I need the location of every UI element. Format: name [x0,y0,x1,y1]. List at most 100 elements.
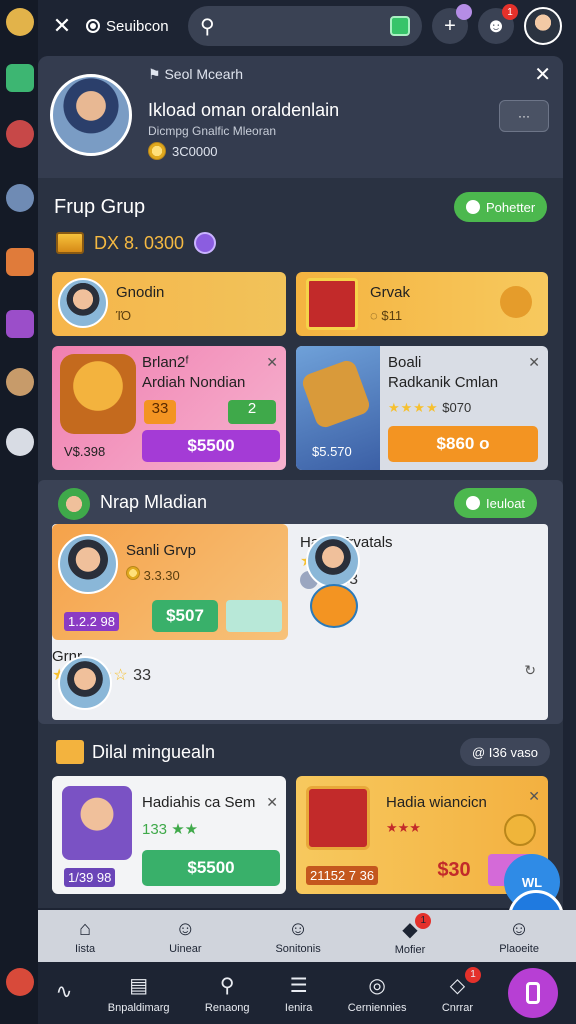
profile-coins: 3C0000 [148,142,218,160]
nav-label: Bnpaldimarg [107,1001,170,1014]
tab-badge: 1 [415,912,432,929]
nut-icon [500,286,532,318]
rail-app-icon[interactable] [6,310,34,338]
tag-icon: ⚑ [148,66,165,82]
close-icon[interactable]: ✕ [48,12,76,40]
rail-avatar[interactable] [6,184,34,212]
tab-label: Plaoeite [499,942,539,955]
close-icon[interactable]: ✕ [534,62,551,87]
card-title: Sanli Grvp [126,542,197,559]
nav-wave[interactable]: ∿ [56,979,73,1008]
nearby-card[interactable]: Sanli Grvp 3.3.30 1.2.2 98 $507 [52,524,288,640]
nearby-pill-button[interactable]: Ieuloat [454,488,538,518]
nearby-card[interactable]: Grnr ★★☆☆☆ 33 ↻ [52,648,548,718]
tab-user[interactable]: ☺ Uinear [169,918,201,955]
list-icon: ☰ [289,974,308,997]
coin-value: 3C0000 [172,143,218,159]
buy-button[interactable]: $30 [426,854,482,886]
card-sub: ◌ $11 [370,308,403,323]
nav-badge: 1 [464,966,481,983]
daily-title: Dilal minguealn [92,742,216,762]
user-icon: ☻ [485,14,507,37]
select-label: Seuibcon [106,17,169,35]
phone-button[interactable] [508,968,559,1018]
rail-app-icon[interactable] [6,64,34,92]
card-coins: 3.3.30 [126,566,180,583]
card-title: Gnodin [116,284,165,301]
card-price-small: V$.398 [64,444,106,459]
image-icon[interactable] [390,16,410,36]
nav-label: Cerniennies [347,1001,407,1014]
close-icon[interactable]: ✕ [266,354,278,371]
profile-tag: ⚑ Seol Mcearh [148,66,243,83]
nav-list[interactable]: ☰ Ienira [285,973,313,1014]
nav-label: Cnrrar [441,1001,473,1014]
group-card[interactable]: Grvak ◌ $11 [296,272,548,336]
tab-sonitonis[interactable]: ☺ Sonitonis [275,918,320,955]
refresh-icon[interactable]: ↻ [524,662,536,679]
close-icon[interactable]: ✕ [266,794,278,811]
gift-icon [306,278,358,330]
group-pill-label: Pohetter [486,199,536,215]
chest-icon [310,584,358,628]
group-pill-button[interactable]: Pohetter [454,192,548,222]
home-icon: ⌂ [79,917,92,940]
wave-icon: ∿ [55,980,73,1003]
tab-bar: ⌂ Iista ☺ Uinear ☺ Sonitonis ◆ Mofier 1 ☺ Plao… [38,910,576,962]
rail-avatar[interactable] [6,968,34,996]
close-icon[interactable]: ✕ [528,354,540,371]
nav-search[interactable]: ⚲ Renaong [205,973,250,1014]
notifications-button[interactable]: ☻ 1 [478,4,518,44]
search-icon: ⚲ [219,974,235,997]
card-rating: ★★☆☆☆ 33 [52,665,548,685]
tab-home[interactable]: ⌂ Iista [75,918,95,955]
tab-plaoeite[interactable]: ☺ Plaoeite [499,918,539,955]
profile-avatar[interactable] [50,74,132,156]
buy-button[interactable]: $507 [152,600,218,632]
nav-compass[interactable]: ◎ Cerniennies [348,973,407,1014]
nearby-title: Nrap Mladian [100,492,208,512]
rail-avatar[interactable] [6,428,34,456]
coin-icon [148,142,166,160]
rating-stars: ★★★★ [388,400,439,415]
buy-button[interactable]: $5500 [142,850,280,886]
card-avatar [58,278,108,328]
rail-app-icon[interactable] [6,248,34,276]
daily-card[interactable]: Hadiahis ca Sem ✕ 133 ★★ 1/39 98 $5500 [52,776,286,894]
character-icon [60,354,136,434]
group-stat-value: DX 8. 0300 [94,232,185,253]
top-bar: ✕ Seuibcon ⚲ + ☻ 1 [38,0,576,52]
add-button[interactable]: + [432,4,472,44]
select-toggle[interactable]: Seuibcon [86,18,178,35]
card-title: Brlan2ᶠ [142,354,189,371]
card-avatar [58,656,112,710]
card-title: Hadiahis ca Sem [142,794,256,811]
rail-avatar[interactable] [6,8,34,36]
buy-button[interactable]: $860 o [388,426,538,462]
phone-icon [526,982,541,1004]
tab-mofier[interactable]: ◆ Mofier 1 [395,912,432,956]
nearby-card[interactable]: Haon Trvatals ★★ 3 3.1.3 [300,534,540,634]
close-icon[interactable]: ✕ [528,788,540,805]
card-title: Boali [388,354,422,371]
search-input[interactable]: ⚲ [188,6,422,46]
rail-avatar[interactable] [6,368,34,396]
nav-chat[interactable]: ◇ Cnrrar 1 [441,966,481,1014]
nav-bnpaldimarg[interactable]: ▤ Bnpaldimarg [108,973,170,1014]
envelope-icon [56,740,84,764]
left-rail [0,0,38,1024]
group-card[interactable]: Gnodin ΊΌ [52,272,286,336]
card-rating: ★★★★ $070 [388,400,471,416]
group-stat: DX 8. 0300 [56,232,217,254]
gem-icon [194,232,217,254]
daily-pill-button[interactable]: @ I36 vaso [460,738,550,766]
card-title: Hadia wiancicn [386,794,487,811]
buy-button[interactable]: $5500 [142,430,280,462]
card-price-small: 1.2.2 98 [64,612,119,631]
profile-action-button[interactable]: ··· [499,100,549,132]
group-card[interactable]: Brlan2ᶠ Ardiah Nondian ✕ 33 2 V$.398 $55… [52,346,286,470]
avatar[interactable] [524,7,562,45]
rail-app-icon[interactable] [6,120,34,148]
group-card[interactable]: Boali Radkanik Cmlan ✕ ★★★★ $070 $5.570 … [296,346,548,470]
tab-label: Iista [74,942,96,955]
